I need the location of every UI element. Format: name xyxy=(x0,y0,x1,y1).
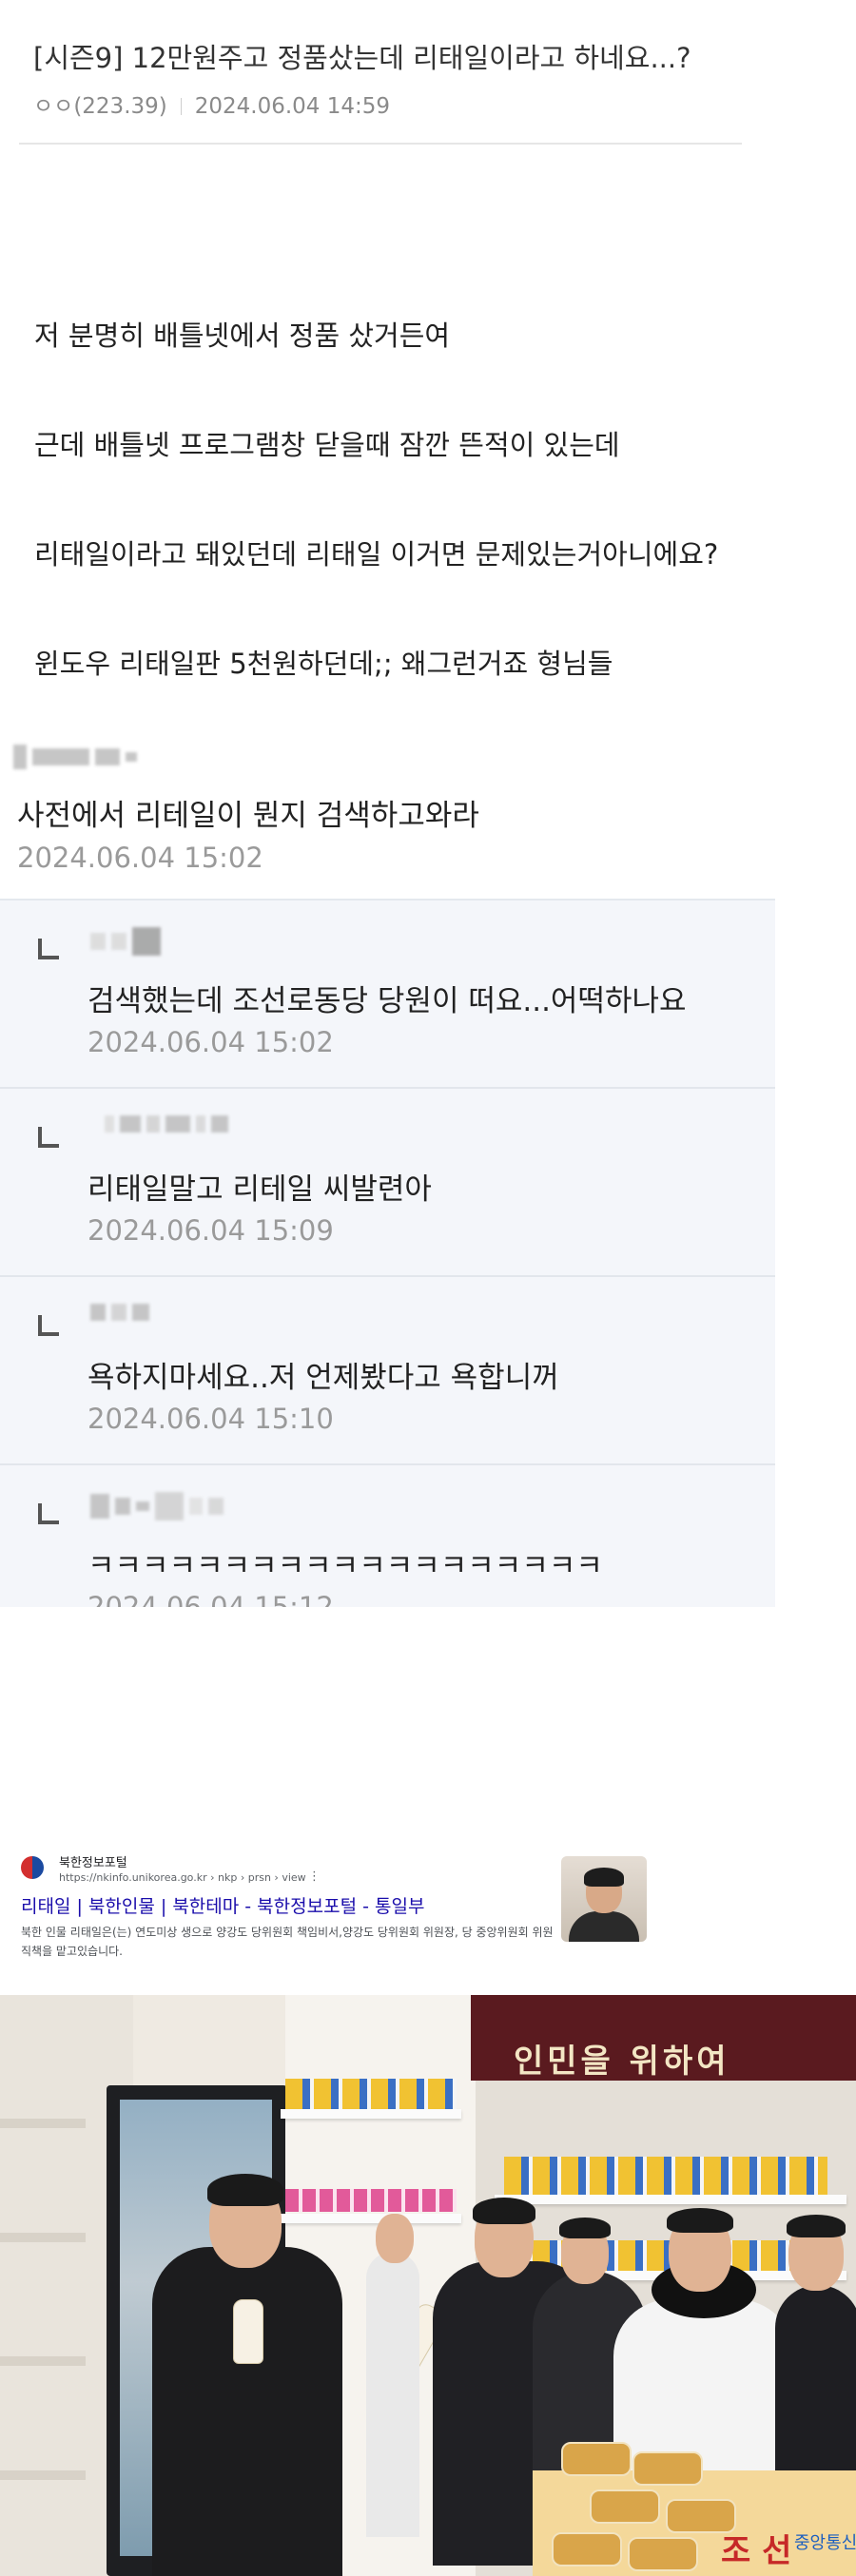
reply-arrow-icon xyxy=(38,939,59,959)
comment-list: 사전에서 리테일이 뭔지 검색하고와라 2024.06.04 15:02 검색했… xyxy=(0,737,775,1607)
body-line: 근데 배틀넷 프로그램창 닫을때 잠깐 뜬적이 있는데 xyxy=(34,429,620,461)
result-title-link[interactable]: 리태일 | 북한인물 | 북한테마 - 북한정보포털 - 통일부 xyxy=(21,1892,424,1918)
comment-item: 사전에서 리테일이 뭔지 검색하고와라 2024.06.04 15:02 xyxy=(0,737,775,901)
reply-text: 리태일말고 리테일 씨발련아 xyxy=(88,1172,432,1207)
more-options-icon[interactable]: ⋮ xyxy=(308,1869,321,1884)
reply-text: 검색했는데 조선로동당 당원이 떠요...어떡하나요 xyxy=(88,984,687,1018)
store-banner-text: 인민을 위하여 xyxy=(514,2043,730,2081)
body-line: 저 분명히 배틀넷에서 정품 샀거든여 xyxy=(34,320,451,352)
site-url: https://nkinfo.unikorea.go.kr › nkp › pr… xyxy=(59,1871,306,1884)
blurred-nickname xyxy=(90,1492,224,1520)
search-result-card[interactable]: 북한정보포털 https://nkinfo.unikorea.go.kr › n… xyxy=(15,1845,647,1978)
reply-arrow-icon xyxy=(38,1503,59,1524)
post-title: [시즌9] 12만원주고 정품샀는데 리태일이라고 하네요...? xyxy=(33,42,691,74)
reply-item: 욕하지마세요..저 언제봤다고 욕합니꺼 2024.06.04 15:10 xyxy=(0,1277,775,1465)
reply-arrow-icon xyxy=(38,1127,59,1148)
kcna-watermark-sub: 중앙통신 xyxy=(794,2533,856,2553)
result-thumbnail[interactable] xyxy=(561,1856,647,1942)
reply-item: 검색했는데 조선로동당 당원이 떠요...어떡하나요 2024.06.04 15… xyxy=(0,901,775,1089)
comment-date: 2024.06.04 15:02 xyxy=(17,842,263,874)
blurred-nickname xyxy=(105,1115,228,1133)
result-snippet: 북한 인물 리태일은(는) 연도미상 생으로 양강도 당위원회 책임비서,양강도… xyxy=(21,1926,554,1958)
reply-item: ㅋㅋㅋㅋㅋㅋㅋㅋㅋㅋㅋㅋㅋㅋㅋㅋㅋㅋㅋ 2024.06.04 15:12 xyxy=(0,1465,775,1607)
reply-arrow-icon xyxy=(38,1315,59,1336)
body-line: 리태일이라고 돼있던데 리태일 이거면 문제있는거아니에요? xyxy=(34,538,719,571)
blurred-nickname xyxy=(13,745,137,769)
post-body: 저 분명히 배틀넷에서 정품 샀거든여 근데 배틀넷 프로그램창 닫을때 잠깐 … xyxy=(34,319,757,756)
site-logo-icon xyxy=(21,1856,44,1879)
reply-item: 리태일말고 리테일 씨발련아 2024.06.04 15:09 xyxy=(0,1089,775,1277)
body-line: 윈도우 리태일판 5천원하던데;; 왜그런거죠 형님들 xyxy=(34,648,613,680)
author-name[interactable]: ㅇㅇ(223.39) xyxy=(33,94,167,119)
meta-divider xyxy=(180,98,182,115)
post-header: [시즌9] 12만원주고 정품샀는데 리태일이라고 하네요...? ㅇㅇ(223… xyxy=(19,0,742,145)
comment-text: 사전에서 리테일이 뭔지 검색하고와라 xyxy=(17,799,479,833)
kcna-watermark: 조 선 xyxy=(721,2532,792,2570)
site-name: 북한정보포털 xyxy=(59,1856,127,1870)
reply-date: 2024.06.04 15:10 xyxy=(88,1403,334,1435)
blurred-nickname xyxy=(90,1304,149,1321)
reply-date: 2024.06.04 15:12 xyxy=(88,1591,334,1607)
post-meta: ㅇㅇ(223.39) 2024.06.04 14:59 xyxy=(33,87,390,120)
reply-text: 욕하지마세요..저 언제봤다고 욕합니꺼 xyxy=(88,1361,559,1395)
blurred-nickname xyxy=(90,927,161,956)
reply-date: 2024.06.04 15:02 xyxy=(88,1026,334,1058)
post-date: 2024.06.04 14:59 xyxy=(194,94,391,119)
reply-text: ㅋㅋㅋㅋㅋㅋㅋㅋㅋㅋㅋㅋㅋㅋㅋㅋㅋㅋㅋ xyxy=(88,1549,603,1583)
reply-date: 2024.06.04 15:09 xyxy=(88,1214,334,1247)
news-photo: 인민을 위하여 xyxy=(0,1995,856,2576)
